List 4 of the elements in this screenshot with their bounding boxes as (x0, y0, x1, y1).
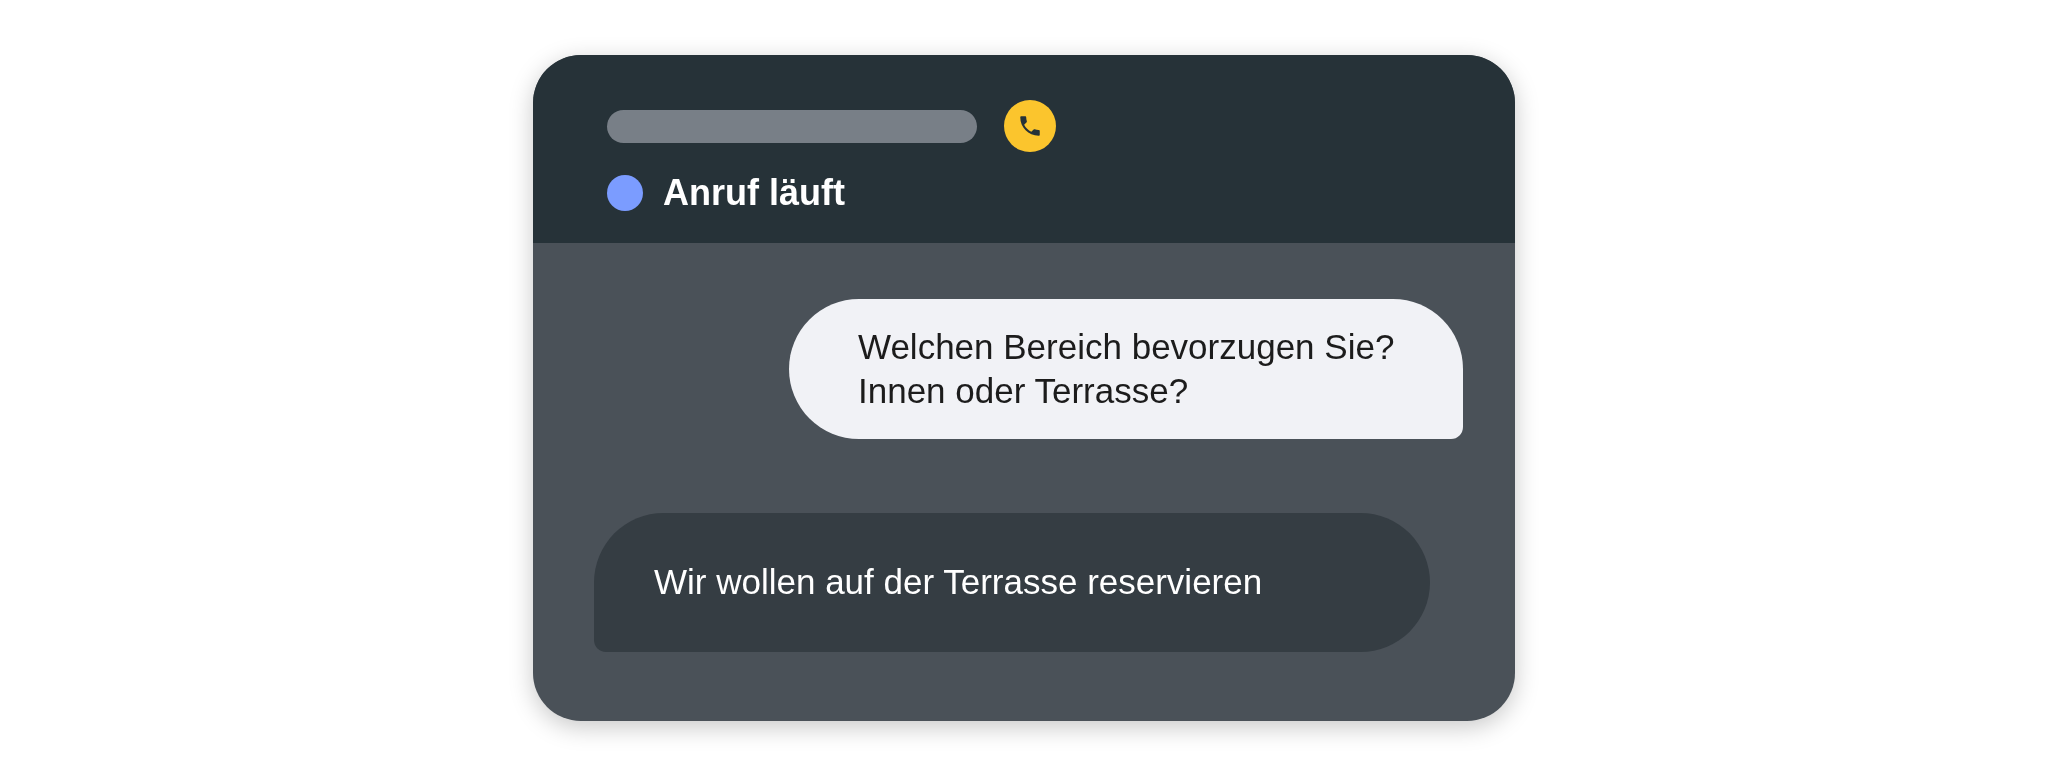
message-bubble: Wir wollen auf der Terrasse reservieren (594, 513, 1430, 652)
call-status: Anruf läuft (663, 172, 845, 214)
phone-icon (1004, 100, 1056, 152)
message-bubble: Welchen Bereich bevorzugen Sie? Innen oder Terrasse? (789, 299, 1463, 439)
